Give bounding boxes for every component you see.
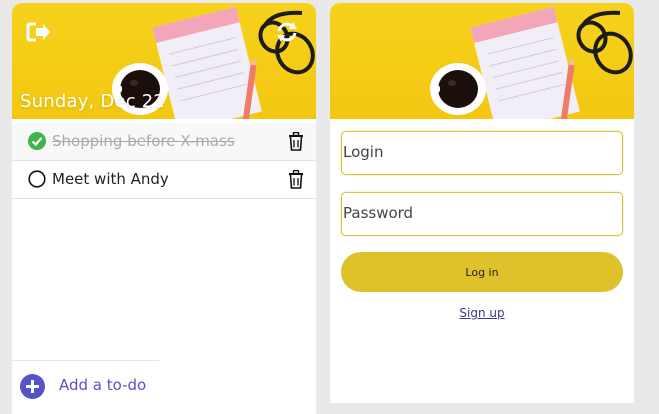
login-field-wrapper xyxy=(341,131,623,175)
todo-item[interactable]: Meet with Andy xyxy=(12,161,316,199)
password-input[interactable] xyxy=(342,193,613,233)
logout-button[interactable] xyxy=(26,21,52,43)
password-field-wrapper xyxy=(341,192,623,236)
todo-text: Meet with Andy xyxy=(52,170,169,188)
todo-screen: Sunday, Dec 22 Shopping before X-mass Me… xyxy=(12,3,316,414)
todo-list: Shopping before X-mass Meet with Andy xyxy=(12,123,316,199)
hero-image xyxy=(330,3,634,119)
hero-image: Sunday, Dec 22 xyxy=(12,3,316,119)
logout-icon xyxy=(26,22,50,42)
signup-link[interactable]: Sign up xyxy=(330,306,634,320)
sync-icon xyxy=(277,22,297,42)
todo-item[interactable]: Shopping before X-mass xyxy=(12,123,316,161)
add-todo-button[interactable]: Add a to-do xyxy=(12,360,159,405)
login-input[interactable] xyxy=(342,132,613,172)
desk-illustration xyxy=(430,6,633,119)
plus-circle-icon xyxy=(20,374,45,399)
login-screen: Log in Sign up xyxy=(330,3,634,403)
login-button[interactable]: Log in xyxy=(341,252,623,292)
checked-circle-icon[interactable] xyxy=(28,132,46,150)
date-heading: Sunday, Dec 22 xyxy=(20,91,166,112)
unchecked-circle-icon[interactable] xyxy=(28,170,46,188)
sync-button[interactable] xyxy=(274,21,300,43)
todo-text: Shopping before X-mass xyxy=(52,132,235,150)
trash-icon[interactable] xyxy=(288,170,304,189)
add-todo-label: Add a to-do xyxy=(59,376,147,394)
trash-icon[interactable] xyxy=(288,132,304,151)
